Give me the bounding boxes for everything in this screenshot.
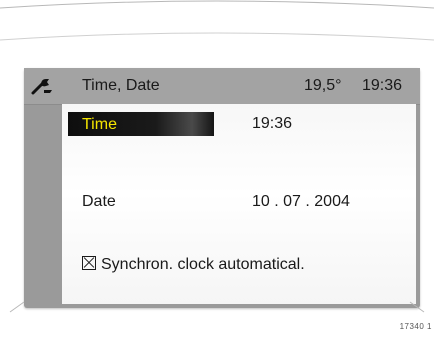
screenshot-stage: Time, Date 19,5° 19:36 Time 19:36 Date 1…	[0, 0, 434, 343]
reference-number: 17340 1	[399, 322, 432, 331]
time-value[interactable]: 19:36	[252, 115, 292, 133]
bezel-top-frame	[0, 0, 434, 41]
checkbox-checked-icon[interactable]	[82, 256, 96, 270]
sync-clock-label: Synchron. clock automatical.	[101, 256, 305, 273]
sync-clock-option[interactable]: Synchron. clock automatical.	[82, 256, 305, 274]
date-label[interactable]: Date	[82, 193, 116, 211]
date-value[interactable]: 10 . 07 . 2004	[252, 193, 350, 211]
bezel-bottom-frame	[9, 301, 425, 313]
display-screen: Time, Date 19,5° 19:36 Time 19:36 Date 1…	[24, 68, 420, 308]
header-title: Time, Date	[82, 77, 160, 94]
menu-content: Time 19:36 Date 10 . 07 . 2004 Synchron.…	[62, 104, 416, 304]
temperature-readout: 19,5°	[304, 77, 342, 94]
header-bar: Time, Date 19,5° 19:36	[24, 68, 420, 105]
time-label: Time	[82, 116, 117, 133]
clock-readout: 19:36	[362, 77, 403, 94]
wrench-icon	[30, 76, 54, 96]
time-menu-item[interactable]: Time	[68, 112, 214, 136]
